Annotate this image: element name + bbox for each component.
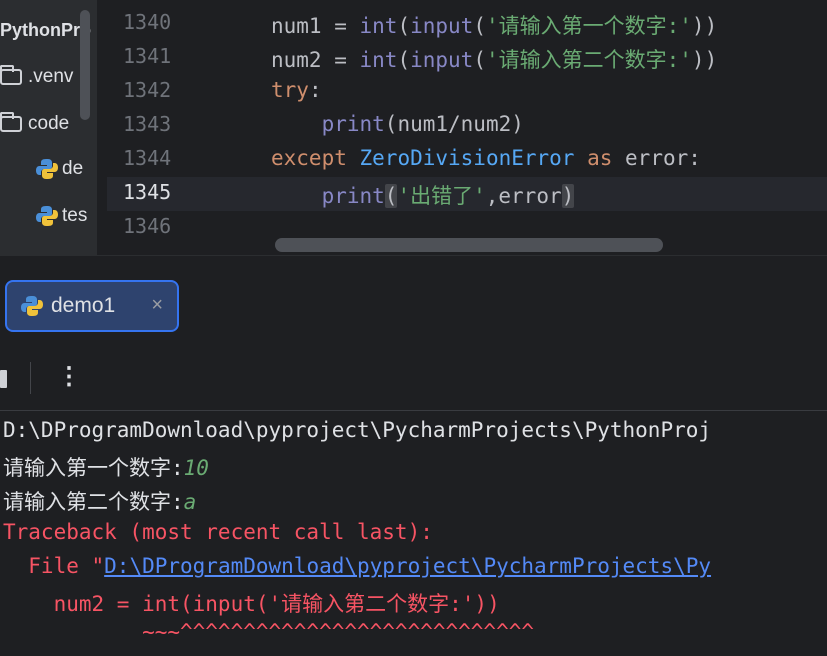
project-title[interactable]: PythonPro	[0, 20, 91, 41]
tree-item-label: code	[28, 113, 70, 134]
line-number: 1344	[123, 146, 172, 170]
run-tab-demo1[interactable]: demo1 ×	[5, 280, 179, 332]
traceback-caret-line: ~~~^^^^^^^^^^^^^^^^^^^^^^^^^^^^	[3, 620, 535, 644]
tree-item-test[interactable]: tes	[36, 201, 87, 231]
line-number: 1342	[123, 78, 172, 102]
traceback-file-line: File "D:\DProgramDownload\pyproject\Pych…	[3, 554, 711, 578]
code-token: print	[321, 112, 385, 136]
code-token: num1 =	[271, 14, 360, 38]
console-prompt: 请输入第二个数字:	[3, 490, 184, 514]
tree-item-demo[interactable]: de	[36, 154, 83, 184]
traceback-file-link[interactable]: D:\DProgramDownload\pyproject\PycharmPro…	[104, 554, 711, 578]
project-tree-panel: PythonPro .venv code de tes	[0, 0, 97, 255]
tree-item-venv[interactable]: .venv	[0, 62, 73, 92]
code-token: (	[473, 14, 486, 38]
code-token: input	[410, 14, 474, 38]
console-input-line-1: 请输入第一个数字:10	[3, 452, 209, 482]
console-prompt: 请输入第一个数字:	[3, 456, 184, 480]
tree-item-label: tes	[62, 205, 88, 226]
code-token: ,error	[485, 184, 562, 208]
line-number: 1343	[123, 112, 172, 136]
code-line[interactable]: num2 = int(input('请输入第二个数字:'))	[271, 44, 717, 74]
toolbar-separator	[30, 362, 31, 394]
code-token: )	[561, 184, 575, 208]
code-token: try	[271, 78, 309, 102]
code-line[interactable]: print('出错了',error)	[271, 180, 575, 210]
code-token: ZeroDivisionError	[359, 146, 575, 170]
code-line[interactable]: except ZeroDivisionError as error:	[271, 146, 701, 170]
code-token: int	[359, 48, 398, 72]
code-token: ))	[691, 14, 718, 38]
code-token: (	[397, 48, 411, 72]
line-number: 1341	[123, 44, 172, 68]
python-file-icon	[36, 159, 58, 179]
code-token: (	[473, 48, 486, 72]
line-number-gutter: 1340 1341 1342 1343 1344 1345 1346	[107, 0, 267, 255]
line-number: 1340	[123, 10, 172, 34]
code-token: (	[384, 184, 398, 208]
code-editor[interactable]: 1340 1341 1342 1343 1344 1345 1346 num1 = int(…	[107, 0, 827, 255]
code-token: print	[321, 184, 385, 208]
code-token: '请输入第一个数字:'	[485, 14, 692, 38]
code-token: num2 =	[271, 48, 360, 72]
folder-icon	[0, 65, 22, 85]
tree-item-code[interactable]: code	[0, 109, 69, 139]
code-token: except	[271, 146, 360, 170]
more-options-icon[interactable]: ⋮	[57, 362, 81, 390]
console-divider	[0, 410, 827, 411]
line-number: 1345	[123, 180, 172, 204]
code-token: (num1/num2)	[384, 112, 524, 136]
code-token: (	[397, 14, 411, 38]
tree-item-label: .venv	[28, 66, 74, 87]
python-file-icon	[21, 296, 43, 316]
code-token: error:	[625, 146, 701, 170]
project-scrollbar[interactable]	[80, 10, 90, 120]
code-token: int	[359, 14, 398, 38]
run-tab-label: demo1	[51, 294, 116, 317]
console-command-line: D:\DProgramDownload\pyproject\PycharmPro…	[3, 418, 712, 442]
traceback-file-prefix: File "	[3, 554, 105, 578]
editor-horizontal-scrollbar[interactable]	[275, 238, 663, 252]
code-token: as	[574, 146, 626, 170]
traceback-header: Traceback (most recent call last):	[3, 520, 433, 544]
traceback-code-line: num2 = int(input('请输入第二个数字:'))	[3, 592, 500, 616]
line-number: 1346	[123, 214, 172, 238]
stop-icon[interactable]	[0, 370, 7, 388]
close-icon[interactable]: ×	[151, 294, 163, 317]
code-token: input	[410, 48, 474, 72]
code-line[interactable]: try:	[271, 78, 322, 102]
code-line[interactable]: num1 = int(input('请输入第一个数字:'))	[271, 10, 717, 40]
python-file-icon	[36, 206, 58, 226]
code-token: '出错了'	[397, 184, 486, 208]
tree-item-label: de	[62, 158, 84, 179]
console-input-line-2: 请输入第二个数字:a	[3, 486, 196, 516]
folder-icon	[0, 112, 22, 132]
code-token: '请输入第二个数字:'	[485, 48, 692, 72]
code-line[interactable]: print(num1/num2)	[271, 112, 524, 136]
console-user-input: 10	[183, 456, 209, 480]
code-token: ))	[691, 48, 718, 72]
code-token: :	[308, 78, 322, 102]
console-user-input: a	[183, 490, 197, 514]
